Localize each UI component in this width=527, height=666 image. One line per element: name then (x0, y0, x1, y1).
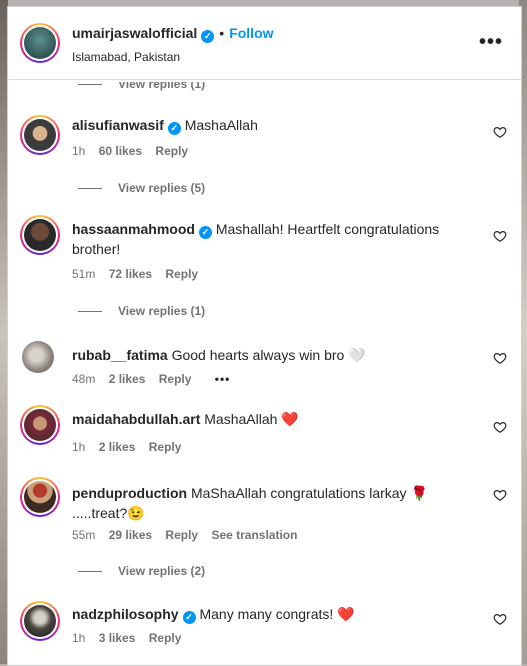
like-heart-icon[interactable] (493, 420, 507, 434)
comment-text: Many many congrats! ❤️ (199, 606, 355, 622)
comment-body: penduproduction MaShaAllah congratulatio… (72, 483, 452, 523)
comment-time[interactable]: 1h (72, 631, 85, 645)
comment-likes[interactable]: 2 likes (109, 372, 146, 386)
comment-meta: 1h 3 likes Reply (72, 631, 191, 645)
like-heart-icon[interactable] (493, 351, 507, 365)
comment-time[interactable]: 1h (72, 440, 85, 454)
follow-button[interactable]: Follow (229, 25, 273, 41)
replies-divider-line (78, 84, 102, 86)
author-username[interactable]: umairjaswalofficial (72, 25, 197, 41)
verified-badge-icon: ✓ (201, 30, 215, 43)
separator-dot: • (219, 25, 225, 41)
comment-likes[interactable]: 29 likes (109, 528, 152, 542)
comment-likes[interactable]: 3 likes (99, 631, 136, 645)
author-avatar[interactable] (20, 23, 60, 63)
comment-time[interactable]: 55m (72, 528, 95, 542)
reply-button[interactable]: Reply (155, 144, 188, 158)
more-options-button[interactable]: ••• (479, 31, 503, 54)
comment-meta: 1h 60 likes Reply (72, 144, 198, 158)
comment-body: maidahabdullah.art MashaAllah ❤️ (72, 409, 472, 429)
comment-body: nadzphilosophy ✓ Many many congrats! ❤️ (72, 604, 472, 624)
replies-divider-line (78, 571, 102, 573)
comment-options-button[interactable]: ••• (215, 372, 231, 386)
comment-time[interactable]: 48m (72, 372, 95, 386)
like-heart-icon[interactable] (493, 488, 507, 502)
comment-body: hassaanmahmood ✓ Mashallah! Heartfelt con… (72, 219, 472, 259)
comment-meta: 51m 72 likes Reply (72, 267, 208, 281)
post-header: umairjaswalofficial ✓ • Follow Islamabad, P… (8, 7, 521, 80)
see-translation-link[interactable]: See translation (211, 528, 297, 542)
comment-username[interactable]: nadzphilosophy (72, 606, 179, 622)
reply-button[interactable]: Reply (159, 372, 192, 386)
comment-meta: 1h 2 likes Reply (72, 440, 191, 454)
comment-text: Good hearts always win bro 🤍 (171, 347, 366, 363)
commenter-avatar[interactable] (20, 405, 60, 445)
verified-badge-icon: ✓ (167, 122, 181, 135)
comment-username[interactable]: hassaanmahmood (72, 221, 195, 237)
comment-text: MashaAllah ❤️ (204, 411, 299, 427)
comments-panel: umairjaswalofficial ✓ • Follow Islamabad, P… (7, 6, 522, 666)
like-heart-icon[interactable] (493, 125, 507, 139)
comment-body: rubab__fatima Good hearts always win bro… (72, 345, 472, 365)
view-replies-link[interactable]: View replies (5) (78, 181, 205, 195)
comment-likes[interactable]: 2 likes (99, 440, 136, 454)
comment-username[interactable]: maidahabdullah.art (72, 411, 200, 427)
commenter-avatar[interactable] (20, 477, 60, 517)
comment-username[interactable]: rubab__fatima (72, 347, 168, 363)
comment-text: MashaAllah (184, 117, 258, 133)
comment-likes[interactable]: 72 likes (109, 267, 152, 281)
comment-meta: 55m 29 likes Reply See translation (72, 528, 307, 542)
comment-username[interactable]: alisufianwasif (72, 117, 164, 133)
replies-divider-line (78, 188, 102, 190)
commenter-avatar[interactable] (22, 341, 54, 373)
comment-username[interactable]: penduproduction (72, 485, 187, 501)
reply-button[interactable]: Reply (165, 528, 198, 542)
comment-time[interactable]: 1h (72, 144, 85, 158)
commenter-avatar[interactable] (20, 215, 60, 255)
post-location[interactable]: Islamabad, Pakistan (72, 50, 180, 64)
comment-time[interactable]: 51m (72, 267, 95, 281)
comment-meta: 48m 2 likes Reply ••• (72, 372, 240, 386)
like-heart-icon[interactable] (493, 229, 507, 243)
replies-divider-line (78, 311, 102, 313)
reply-button[interactable]: Reply (149, 440, 182, 454)
verified-badge-icon: ✓ (182, 611, 196, 624)
comment-body: alisufianwasif ✓ MashaAllah (72, 115, 472, 135)
view-replies-link[interactable]: View replies (1) (78, 304, 205, 318)
commenter-avatar[interactable] (20, 115, 60, 155)
reply-button[interactable]: Reply (165, 267, 198, 281)
like-heart-icon[interactable] (493, 612, 507, 626)
commenter-avatar[interactable] (20, 601, 60, 641)
reply-button[interactable]: Reply (149, 631, 182, 645)
verified-badge-icon: ✓ (198, 226, 212, 239)
view-replies-link[interactable]: View replies (2) (78, 564, 205, 578)
comment-likes[interactable]: 60 likes (99, 144, 142, 158)
